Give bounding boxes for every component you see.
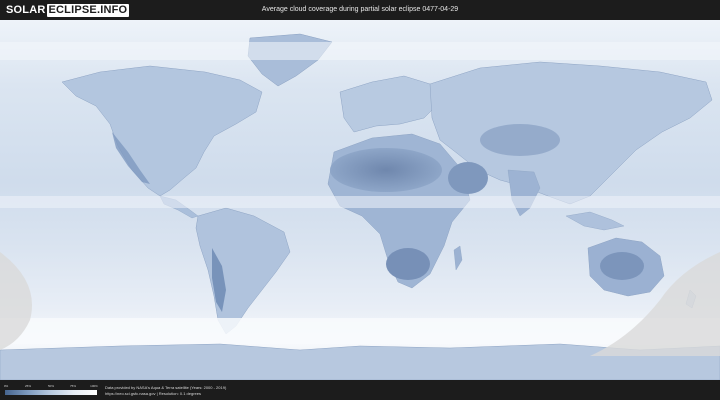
legend-tick-0: 0% bbox=[3, 384, 9, 388]
cloud-coverage-legend-bar bbox=[5, 390, 97, 395]
legend-tick-100: 100% bbox=[90, 384, 98, 388]
data-source-link[interactable]: https://neo.sci.gsfc.nasa.gov | Resoluti… bbox=[105, 391, 201, 396]
map-title: Average cloud coverage during partial so… bbox=[261, 6, 459, 13]
central-asia-dry-region bbox=[480, 124, 560, 156]
equatorial-cloud-band bbox=[0, 196, 720, 208]
cloud-coverage-map bbox=[0, 20, 720, 380]
data-credit-line: Data provided by NASA's Aqua & Terra sat… bbox=[105, 385, 227, 390]
sahara-desert-region bbox=[330, 148, 442, 192]
legend-tick-50: 50% bbox=[47, 384, 55, 388]
legend-tick-75: 75% bbox=[69, 384, 77, 388]
legend-tick-25: 25% bbox=[24, 384, 32, 388]
northern-cloud-band bbox=[0, 42, 720, 60]
arabia-desert-region bbox=[448, 162, 488, 194]
footer-bar: 0% 25% 50% 75% 100% Data provided by NAS… bbox=[0, 380, 720, 400]
top-bar: SOLAR ECLIPSE.INFO Average cloud coverag… bbox=[0, 0, 720, 20]
australia-interior-region bbox=[600, 252, 644, 280]
southern-ocean-cloud-band bbox=[0, 318, 720, 344]
kalahari-desert-region bbox=[386, 248, 430, 280]
